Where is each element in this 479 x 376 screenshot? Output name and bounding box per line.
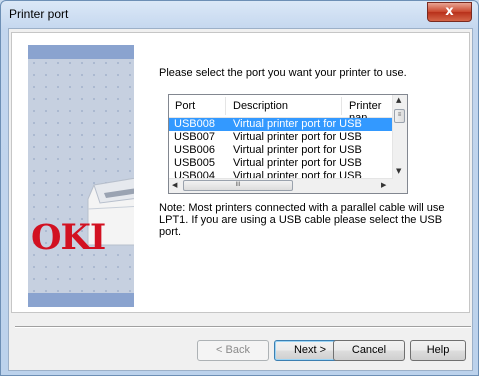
description-cell: Virtual printer port for USB: [233, 118, 362, 130]
scrollbar-corner: [393, 179, 407, 193]
horizontal-scrollbar[interactable]: ◀ III ▶: [169, 178, 393, 193]
printer-port-dialog: Printer port x OKI Please select the por…: [0, 0, 479, 376]
port-note-text: Note: Most printers connected with a par…: [159, 202, 445, 238]
cancel-button[interactable]: Cancel: [333, 340, 405, 361]
horizontal-scroll-thumb[interactable]: III: [183, 180, 293, 191]
help-button[interactable]: Help: [410, 340, 466, 361]
oki-logo: OKI: [31, 217, 106, 258]
back-button[interactable]: < Back: [197, 340, 269, 361]
brand-sidebar: OKI: [28, 45, 134, 307]
vertical-scrollbar[interactable]: ▲ ≡ ▼: [392, 95, 407, 179]
port-cell: USB008: [174, 118, 215, 130]
description-cell: Virtual printer port for USB: [233, 131, 362, 143]
port-cell: USB005: [174, 157, 215, 169]
window-title: Printer port: [9, 7, 69, 21]
scroll-up-arrow-icon[interactable]: ▲: [396, 96, 401, 104]
column-divider[interactable]: [341, 97, 342, 115]
vertical-scroll-thumb[interactable]: ≡: [394, 109, 405, 123]
scroll-left-arrow-icon[interactable]: ◀: [172, 181, 177, 189]
port-row-usb007[interactable]: USB007 Virtual printer port for USB: [169, 131, 393, 144]
sidebar-top-band: [28, 45, 134, 59]
title-bar[interactable]: Printer port x: [1, 1, 478, 27]
port-row-usb005[interactable]: USB005 Virtual printer port for USB: [169, 157, 393, 170]
sidebar-bottom-band: [28, 293, 134, 307]
port-cell: USB007: [174, 131, 215, 143]
close-icon: x: [445, 4, 454, 19]
dialog-client-area: OKI: [8, 28, 473, 371]
column-header-port[interactable]: Port: [175, 100, 195, 112]
description-cell: Virtual printer port for USB: [233, 157, 362, 169]
close-button[interactable]: x: [427, 2, 472, 22]
port-row-usb008[interactable]: USB008 Virtual printer port for USB: [169, 118, 393, 131]
port-cell: USB006: [174, 144, 215, 156]
button-separator: [15, 326, 471, 328]
port-list-header: Port Description Printer nan: [169, 95, 393, 124]
instruction-text: Please select the port you want your pri…: [159, 67, 407, 79]
column-divider[interactable]: [225, 97, 226, 115]
scroll-down-arrow-icon[interactable]: ▼: [396, 167, 401, 175]
port-row-usb006[interactable]: USB006 Virtual printer port for USB: [169, 144, 393, 157]
column-header-description[interactable]: Description: [233, 100, 288, 112]
port-list[interactable]: Port Description Printer nan USB008 Virt…: [168, 94, 408, 194]
scroll-right-arrow-icon[interactable]: ▶: [381, 181, 386, 189]
description-cell: Virtual printer port for USB: [233, 144, 362, 156]
